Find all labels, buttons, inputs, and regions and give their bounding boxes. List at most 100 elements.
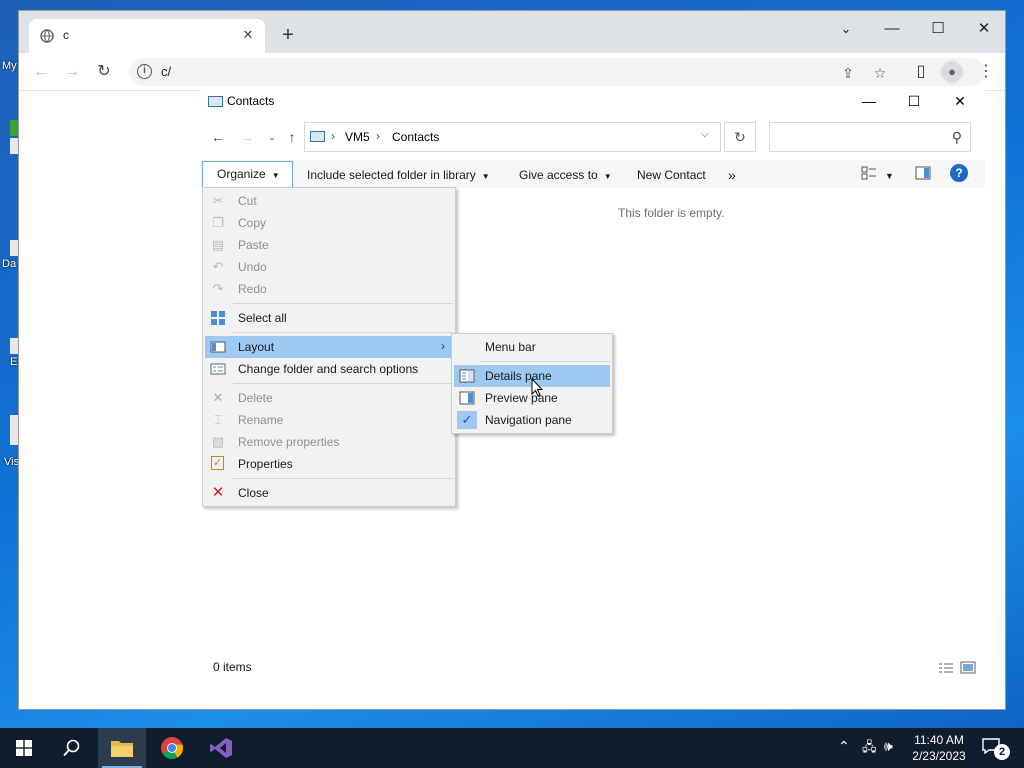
show-hidden-icons-chevron-icon[interactable]: ⌃	[838, 738, 850, 755]
breadcrumb-chevron-icon[interactable]: ›	[376, 129, 380, 143]
explorer-minimize-button[interactable]: —	[846, 90, 892, 114]
menu-item-folder-options[interactable]: Change folder and search options	[205, 358, 453, 380]
volume-icon[interactable]: 🕪	[884, 738, 893, 755]
taskbar-chrome[interactable]	[148, 728, 196, 768]
breadcrumb-item[interactable]: Contacts	[392, 130, 439, 144]
new-tab-button[interactable]: +	[277, 25, 299, 47]
change-view-icon[interactable]	[861, 166, 877, 180]
close-button[interactable]: ✕	[961, 15, 1007, 43]
details-view-icon[interactable]	[938, 662, 954, 674]
item-count: 0 items	[213, 660, 252, 674]
menu-item-rename[interactable]: ⌶ Rename	[205, 409, 453, 431]
info-icon[interactable]: i	[137, 64, 152, 79]
desktop-icon[interactable]	[10, 120, 18, 136]
profile-avatar-icon[interactable]: ●	[941, 61, 963, 83]
menu-item-select-all[interactable]: Select all	[205, 307, 453, 329]
preview-pane-toggle-icon[interactable]	[915, 166, 931, 180]
menu-item-label: Navigation pane	[485, 413, 572, 427]
menu-item-copy[interactable]: ❐ Copy	[205, 212, 453, 234]
minimize-button[interactable]: —	[869, 15, 915, 43]
network-icon[interactable]: 🖧	[862, 738, 877, 760]
tab-close-icon[interactable]: ✕	[239, 26, 257, 44]
menu-item-remove-properties[interactable]: ▧ Remove properties	[205, 431, 453, 453]
menu-item-navigation-pane[interactable]: ✓ Navigation pane	[454, 409, 610, 431]
menu-item-layout[interactable]: Layout ›	[205, 336, 453, 358]
window-title: Contacts	[227, 94, 275, 108]
explorer-address-bar[interactable]: › VM5 › Contacts ⌵	[304, 122, 721, 152]
delete-x-icon: ✕	[212, 390, 224, 405]
checkmark-icon: ✓	[457, 411, 477, 429]
view-dropdown-caret-icon[interactable]: ▼	[885, 165, 894, 187]
desktop-icon-label[interactable]: My	[2, 60, 17, 72]
back-arrow-icon[interactable]: ←	[209, 128, 227, 146]
new-contact-button[interactable]: New Contact	[637, 164, 706, 186]
layout-icon	[210, 341, 226, 353]
menu-item-redo[interactable]: ↷ Redo	[205, 278, 453, 300]
menu-item-close[interactable]: ✕ Close	[205, 482, 453, 504]
clock-time: 11:40 AM	[914, 733, 964, 747]
search-input[interactable]: ⚲	[769, 122, 971, 152]
url-text[interactable]: c/	[161, 64, 171, 79]
include-in-library-button[interactable]: Include selected folder in library ▼	[307, 164, 490, 186]
taskbar-visual-studio[interactable]	[197, 728, 245, 768]
chrome-icon	[161, 737, 184, 759]
forward-arrow-icon[interactable]: →	[61, 61, 83, 83]
give-access-button[interactable]: Give access to ▼	[519, 164, 612, 186]
menu-item-properties[interactable]: ✓ Properties	[205, 453, 453, 475]
remove-properties-icon: ▧	[211, 434, 225, 449]
desktop-icon[interactable]	[10, 338, 18, 354]
browser-toolbar: ← → ↻ i c/ ⇪ ☆ ▯ ● ⋮	[19, 53, 1005, 91]
address-dropdown-chevron-icon[interactable]: ⌵	[701, 129, 709, 140]
forward-arrow-icon[interactable]: →	[238, 128, 256, 146]
empty-folder-message: This folder is empty.	[618, 206, 725, 220]
large-icons-view-icon[interactable]	[960, 661, 976, 674]
more-commands-button[interactable]: »	[728, 164, 736, 186]
breadcrumb-chevron-icon[interactable]: ›	[331, 129, 335, 143]
organize-button[interactable]: Organize ▼	[202, 161, 293, 188]
contacts-card-icon	[310, 131, 325, 142]
search-icon[interactable]: ⚲	[952, 129, 962, 146]
reload-icon[interactable]: ↻	[93, 61, 115, 83]
refresh-button[interactable]: ↻	[724, 122, 756, 152]
breadcrumb-item[interactable]: VM5	[345, 130, 370, 144]
recent-locations-chevron-icon[interactable]: ⌄	[263, 128, 281, 146]
desktop-icon[interactable]	[10, 240, 18, 256]
menu-item-label: Properties	[238, 457, 293, 471]
back-arrow-icon[interactable]: ←	[30, 61, 52, 83]
explorer-nav-row: ← → ⌄ ↑ › VM5 › Contacts ⌵ ↻ ⚲	[201, 122, 985, 152]
menu-item-menu-bar[interactable]: Menu bar	[454, 336, 610, 358]
taskbar-search-button[interactable]	[48, 728, 96, 768]
menu-item-cut[interactable]: ✂ Cut	[205, 190, 453, 212]
desktop-icon-label[interactable]: E	[10, 356, 17, 368]
maximize-button[interactable]: ☐	[915, 15, 961, 43]
explorer-close-button[interactable]: ✕	[937, 90, 983, 114]
menu-kebab-icon[interactable]: ⋮	[975, 61, 997, 83]
side-panel-icon[interactable]: ▯	[910, 61, 932, 83]
desktop-icon[interactable]	[10, 138, 18, 154]
menu-item-paste[interactable]: ▤ Paste	[205, 234, 453, 256]
status-bar: 0 items	[201, 658, 985, 680]
folder-icon	[111, 741, 133, 757]
desktop-icon-label[interactable]: Vis	[4, 456, 19, 468]
menu-item-delete[interactable]: ✕ Delete	[205, 387, 453, 409]
tab-search-chevron-icon[interactable]: ⌄	[823, 15, 869, 43]
paste-icon: ▤	[211, 237, 225, 252]
browser-tab[interactable]: c ✕	[29, 19, 265, 53]
explorer-maximize-button[interactable]: ☐	[891, 90, 937, 114]
folder-options-icon	[210, 363, 226, 375]
organize-menu: ✂ Cut ❐ Copy ▤ Paste ↶ Undo ↷ Redo Selec…	[202, 187, 456, 507]
bookmark-star-icon[interactable]: ☆	[871, 64, 889, 82]
help-icon[interactable]: ?	[950, 164, 968, 182]
desktop-icon[interactable]	[10, 415, 18, 445]
taskbar-file-explorer[interactable]	[98, 728, 146, 768]
menu-item-undo[interactable]: ↶ Undo	[205, 256, 453, 278]
up-arrow-icon[interactable]: ↑	[283, 128, 301, 146]
share-icon[interactable]: ⇪	[839, 64, 857, 82]
address-bar[interactable]: i c/ ⇪ ☆	[129, 58, 985, 86]
system-clock[interactable]: 11:40 AM 2/23/2023	[910, 732, 968, 764]
start-button[interactable]	[0, 728, 48, 768]
action-center-button[interactable]: 2	[982, 738, 1010, 760]
desktop-icon-label[interactable]: Da	[2, 258, 16, 270]
undo-icon: ↶	[212, 259, 224, 274]
menu-item-label: Remove properties	[238, 435, 340, 449]
